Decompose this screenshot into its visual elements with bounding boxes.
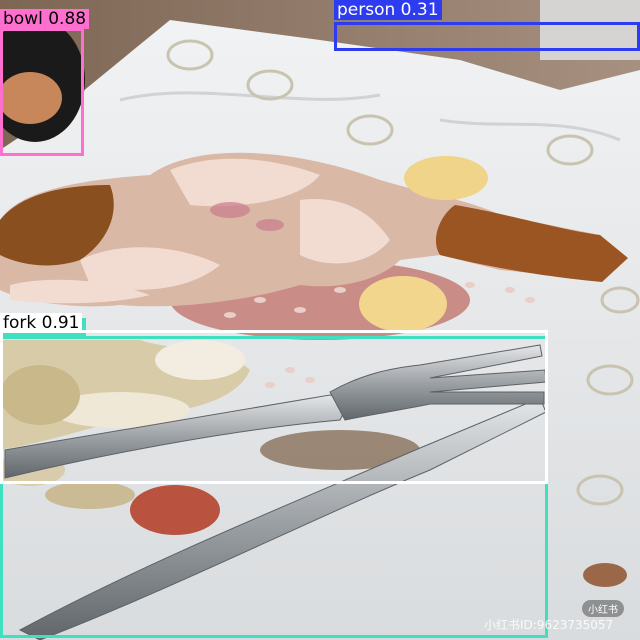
watermark-badge: 小红书 <box>582 600 624 617</box>
cracker <box>359 276 447 332</box>
person-label: person 0.31 <box>334 0 442 20</box>
cracker <box>404 156 488 200</box>
watermark-text: 小红书ID:9623735057 <box>484 618 614 632</box>
bowl-label: bowl 0.88 <box>0 9 90 29</box>
fork-label: fork 0.91 <box>0 313 83 333</box>
bounding-box-bowl <box>0 28 84 156</box>
bounding-box-person <box>334 22 640 51</box>
detection-image: bowl 0.88 person 0.31 knife 0.30 fork 0.… <box>0 0 640 640</box>
bounding-box-fork <box>0 330 548 484</box>
